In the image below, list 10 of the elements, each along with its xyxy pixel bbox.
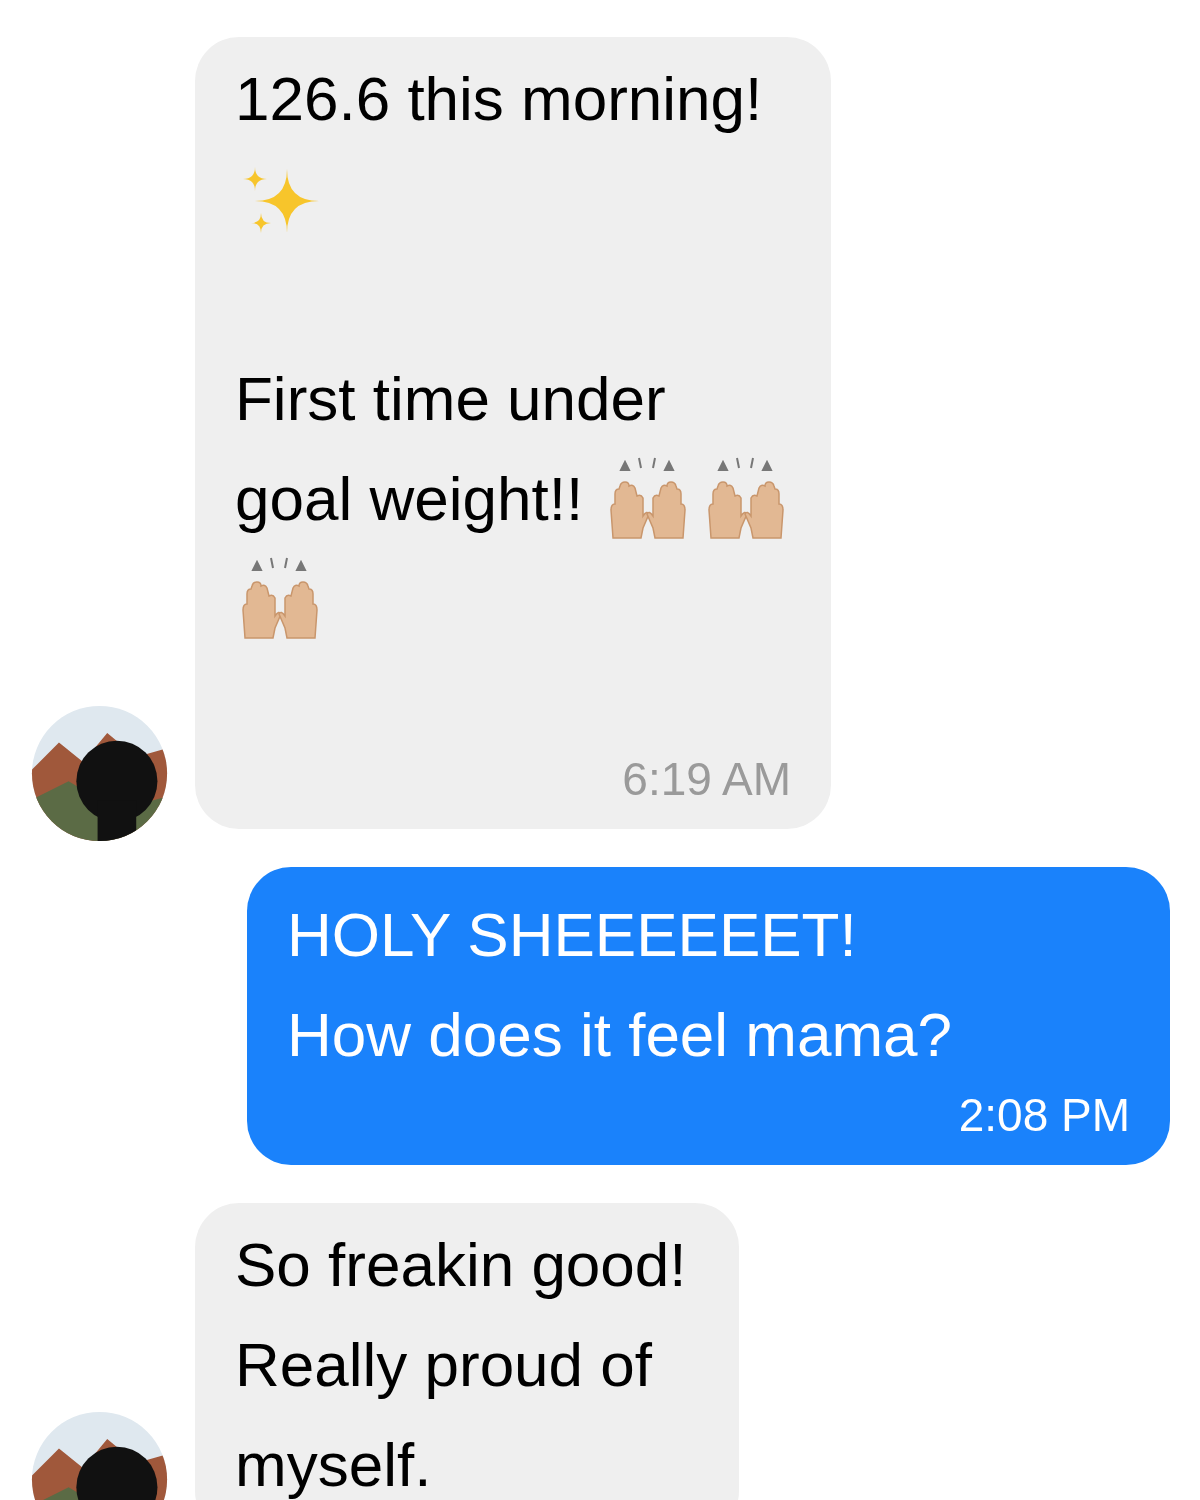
message-text: Really proud of (235, 1329, 653, 1401)
message-text: First time under (235, 363, 666, 435)
message-text: myself. (235, 1429, 432, 1500)
message-text: 126.6 this morning! (235, 63, 763, 135)
timestamp: 2:08 PM (958, 1088, 1130, 1143)
message-text: How does it feel mama? (287, 999, 953, 1071)
message-text: So freakin good! (235, 1229, 687, 1301)
timestamp: 6:19 AM (622, 752, 792, 807)
message-text: goal weight!! (235, 463, 584, 535)
message-text: HOLY SHEEEEEET! (287, 899, 857, 971)
